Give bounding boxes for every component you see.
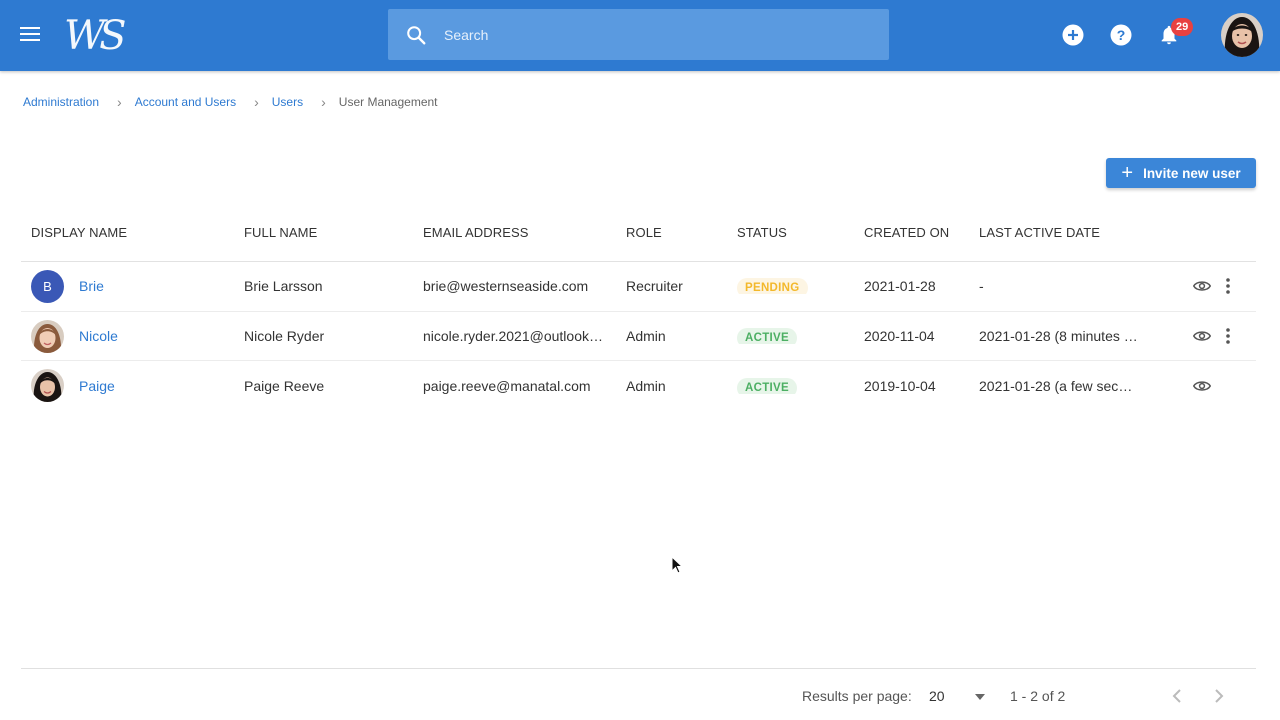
last-active-date: 2021-01-28 (8 minutes ago): [979, 327, 1139, 344]
role: Admin: [626, 377, 666, 394]
svg-text:?: ?: [1117, 27, 1126, 43]
help-icon[interactable]: ?: [1110, 24, 1132, 46]
plus-icon: +: [1121, 162, 1134, 184]
display-name-link[interactable]: Brie: [79, 278, 104, 294]
invite-button-label: Invite new user: [1143, 165, 1241, 181]
add-circle-icon[interactable]: [1062, 24, 1084, 46]
avatar: [31, 369, 64, 402]
more-vert-icon[interactable]: [1225, 278, 1231, 295]
chevron-right-icon: ›: [321, 94, 326, 110]
column-header-created-on[interactable]: CREATED ON: [864, 225, 949, 240]
avatar: B: [31, 270, 64, 303]
status-badge: ACTIVE: [737, 377, 797, 394]
column-header-role[interactable]: ROLE: [626, 225, 662, 240]
search-input[interactable]: [444, 26, 844, 43]
status-badge: ACTIVE: [737, 327, 797, 344]
table-row[interactable]: B Brie Brie Larsson brie@westernseaside.…: [21, 262, 1256, 312]
email-address: paige.reeve@manatal.com: [423, 377, 591, 394]
pagination-range: 1 - 2 of 2: [1010, 688, 1066, 704]
menu-icon[interactable]: [20, 24, 42, 46]
table-row[interactable]: Paige Paige Reeve paige.reeve@manatal.co…: [21, 361, 1256, 411]
display-name-link[interactable]: Paige: [79, 378, 115, 394]
chevron-right-icon: ›: [254, 94, 259, 110]
breadcrumb-users[interactable]: Users: [272, 95, 303, 109]
results-per-page-value: 20: [929, 688, 945, 704]
display-name-link[interactable]: Nicole: [79, 328, 118, 344]
footer-divider: [21, 668, 1256, 669]
column-header-email[interactable]: EMAIL ADDRESS: [423, 225, 529, 240]
breadcrumb: Administration › Account and Users › Use…: [23, 94, 438, 110]
breadcrumb-account-and-users[interactable]: Account and Users: [135, 95, 236, 109]
column-header-last-active[interactable]: LAST ACTIVE DATE: [979, 225, 1100, 240]
table-header: DISPLAY NAME FULL NAME EMAIL ADDRESS ROL…: [21, 211, 1256, 262]
mouse-cursor-icon: [671, 555, 684, 574]
role: Recruiter: [626, 278, 683, 295]
email-address: brie@westernseaside.com: [423, 278, 589, 295]
eye-icon[interactable]: [1193, 329, 1211, 343]
eye-icon[interactable]: [1193, 379, 1211, 393]
full-name: Nicole Ryder: [244, 327, 325, 344]
breadcrumb-administration[interactable]: Administration: [23, 95, 99, 109]
full-name: Paige Reeve: [244, 377, 325, 394]
created-on: 2019-10-04: [864, 377, 936, 394]
results-per-page-label: Results per page:: [802, 688, 912, 704]
dropdown-arrow-icon: [975, 694, 985, 700]
search-bar[interactable]: [388, 9, 889, 60]
search-icon: [388, 9, 444, 60]
last-active-date: 2021-01-28 (a few seconds ago): [979, 377, 1139, 394]
top-app-bar: WS ? 29: [0, 0, 1280, 71]
last-active-date: -: [979, 278, 984, 295]
results-per-page-select[interactable]: 20: [929, 688, 991, 708]
created-on: 2021-01-28: [864, 278, 936, 295]
table-row[interactable]: Nicole Nicole Ryder nicole.ryder.2021@ou…: [21, 312, 1256, 361]
chevron-right-icon: ›: [117, 94, 122, 110]
more-vert-icon[interactable]: [1225, 327, 1231, 344]
status-badge: PENDING: [737, 278, 808, 295]
email-address: nicole.ryder.2021@outlook.com: [423, 327, 603, 344]
pagination-bar: Results per page: 20 1 - 2 of 2: [0, 680, 1280, 712]
invite-new-user-button[interactable]: + Invite new user: [1106, 158, 1256, 188]
breadcrumb-current: User Management: [338, 95, 438, 109]
next-page-button[interactable]: [1209, 686, 1229, 706]
avatar: [31, 319, 64, 353]
column-header-status[interactable]: STATUS: [737, 225, 787, 240]
column-header-full-name[interactable]: FULL NAME: [244, 225, 317, 240]
eye-icon[interactable]: [1193, 279, 1211, 293]
notification-badge: 29: [1171, 18, 1194, 36]
full-name: Brie Larsson: [244, 278, 323, 295]
role: Admin: [626, 327, 666, 344]
users-table: DISPLAY NAME FULL NAME EMAIL ADDRESS ROL…: [21, 211, 1256, 411]
user-avatar[interactable]: [1221, 13, 1263, 57]
column-header-display-name[interactable]: DISPLAY NAME: [31, 225, 127, 240]
company-logo[interactable]: WS: [64, 12, 144, 60]
created-on: 2020-11-04: [864, 327, 935, 344]
previous-page-button[interactable]: [1167, 686, 1187, 706]
